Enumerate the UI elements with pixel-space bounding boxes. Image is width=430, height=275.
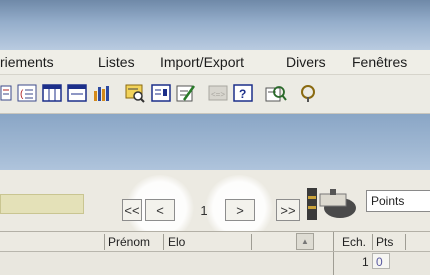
- players-table-header: Prénom Elo ▲ Ech. Pts: [0, 231, 430, 252]
- next-page-button[interactable]: >: [225, 199, 255, 221]
- svg-text:?: ?: [239, 87, 246, 101]
- menu-item-import-export[interactable]: Import/Export: [160, 54, 244, 70]
- standings-grid: 1 0: [0, 251, 430, 275]
- first-page-button[interactable]: <<: [122, 199, 142, 221]
- card-icon[interactable]: [151, 83, 171, 103]
- svg-text:<=>: <=>: [211, 90, 225, 99]
- search-icon[interactable]: [124, 83, 145, 103]
- numbered-list-icon[interactable]: (: [17, 83, 37, 103]
- column-separator: [405, 234, 406, 250]
- menu-item-reglements[interactable]: riements: [0, 54, 54, 70]
- chart-icon[interactable]: [92, 83, 112, 103]
- sort-points-select[interactable]: Points: [366, 190, 430, 212]
- window-icon[interactable]: [67, 83, 87, 103]
- column-separator: [104, 234, 105, 250]
- list-icon[interactable]: [0, 83, 12, 103]
- menu-item-listes[interactable]: Listes: [98, 54, 135, 70]
- menu-item-fenetres[interactable]: Fenêtres: [352, 54, 407, 70]
- previous-page-button[interactable]: <: [145, 199, 175, 221]
- edit-icon[interactable]: [176, 83, 196, 103]
- scroll-up-button[interactable]: ▲: [296, 233, 314, 250]
- filter-field[interactable]: [0, 194, 84, 214]
- column-separator: [333, 232, 334, 252]
- cell-pts: 0: [372, 253, 390, 269]
- toolbar: ( <=> ?: [0, 75, 430, 114]
- sort-icon[interactable]: [306, 186, 358, 222]
- columns-icon[interactable]: [42, 83, 62, 103]
- column-header-elo[interactable]: Elo: [168, 235, 185, 249]
- column-separator: [251, 234, 252, 250]
- menu-item-divers[interactable]: Divers: [286, 54, 326, 70]
- cell-ech: 1: [362, 255, 369, 269]
- column-header-ech[interactable]: Ech.: [342, 235, 366, 249]
- column-separator: [163, 234, 164, 250]
- column-separator: [372, 234, 373, 250]
- page-number: 1: [200, 202, 208, 218]
- window-title-bar: [0, 0, 430, 50]
- arrows-icon[interactable]: <=>: [208, 83, 228, 103]
- menu-bar: riements Listes Import/Export Divers Fen…: [0, 50, 430, 75]
- column-header-prenom[interactable]: Prénom: [108, 235, 150, 249]
- help-icon[interactable]: ?: [233, 83, 253, 103]
- find-icon[interactable]: [265, 83, 287, 103]
- column-header-pts[interactable]: Pts: [376, 235, 393, 249]
- last-page-button[interactable]: >>: [276, 199, 300, 221]
- table-row[interactable]: 1 0: [334, 253, 430, 269]
- panel-header-band: [0, 114, 430, 170]
- tool-icon[interactable]: [298, 83, 318, 103]
